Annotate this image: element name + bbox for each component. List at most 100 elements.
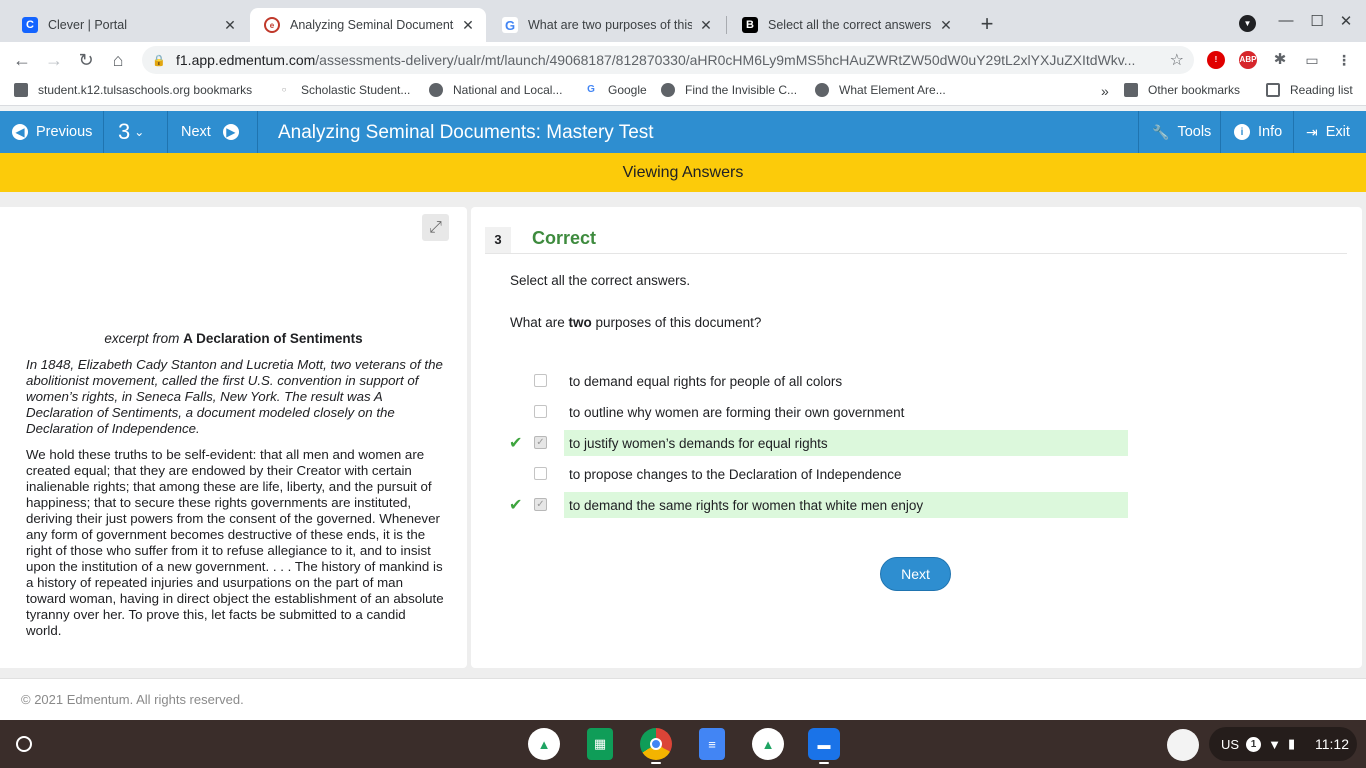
info-button[interactable]: i Info (1221, 111, 1294, 153)
chrome-icon[interactable] (640, 728, 672, 760)
clever-favicon-icon: C (22, 17, 38, 33)
google-drive-icon-2[interactable]: ▲ (752, 728, 784, 760)
home-icon[interactable]: ⌂ (106, 48, 130, 72)
reading-list-icon (1266, 83, 1280, 97)
folder-icon (1124, 83, 1138, 97)
previous-label: Previous (36, 124, 93, 140)
question-panel: 3 Correct Select all the correct answers… (471, 207, 1362, 668)
extension-red-icon[interactable]: ! (1207, 51, 1225, 69)
reading-list[interactable]: Reading list (1266, 83, 1353, 97)
bookmark-invisible[interactable]: Find the Invisible C... (661, 83, 797, 97)
bookmark-other[interactable]: Other bookmarks (1124, 83, 1240, 97)
lock-icon: 🔒 (152, 54, 166, 67)
brainly-favicon-icon: B (742, 17, 758, 33)
question-number-dropdown[interactable]: 3 ⌄ (104, 111, 168, 153)
bookmark-scholastic[interactable]: ○ Scholastic Student... (277, 83, 410, 97)
checkbox[interactable] (534, 405, 547, 418)
question-prompt: What are two purposes of this document? (510, 315, 762, 330)
passage-title-prefix: excerpt from (104, 331, 184, 346)
tab-title: Analyzing Seminal Documents: M (290, 18, 454, 32)
answer-option-3[interactable]: ✔ ✓ to justify women’s demands for equal… (509, 430, 1128, 456)
keyboard-layout-label: US (1221, 736, 1240, 752)
tab-google-search[interactable]: G What are two purposes of this do ✕ (488, 8, 724, 42)
assessment-header: ◀ Previous 3 ⌄ Next ▶ Analyzing Seminal … (0, 111, 1366, 153)
new-tab-plus-icon[interactable]: + (974, 12, 1000, 38)
checkbox-checked[interactable]: ✓ (534, 498, 547, 511)
answer-option-5[interactable]: ✔ ✓ to demand the same rights for women … (509, 492, 1128, 518)
chevron-down-icon: ⌄ (134, 125, 145, 139)
passage-title-name: A Declaration of Sentiments (183, 331, 363, 346)
files-icon[interactable]: ▬ (808, 728, 840, 760)
passage-panel[interactable]: ⤢ excerpt from A Declaration of Sentimen… (0, 207, 467, 668)
address-bar[interactable]: 🔒 f1.app.edmentum.com/assessments-delive… (142, 46, 1194, 74)
extensions-puzzle-icon[interactable]: ✱ (1271, 51, 1289, 69)
tab-close-icon[interactable]: ✕ (698, 17, 714, 34)
exit-button[interactable]: ⇥ Exit (1294, 111, 1366, 153)
reload-icon[interactable]: ↻ (74, 48, 98, 72)
correct-check-icon: ✔ (509, 497, 523, 514)
google-drive-icon[interactable]: ▲ (528, 728, 560, 760)
tab-clever[interactable]: C Clever | Portal ✕ (8, 8, 248, 42)
google-docs-icon[interactable]: ≡ (699, 728, 725, 760)
tools-label: Tools (1177, 124, 1212, 140)
launcher-icon[interactable] (16, 736, 32, 752)
info-label: Info (1258, 124, 1283, 140)
forward-arrow-icon[interactable]: → (42, 48, 66, 72)
tab-brainly[interactable]: B Select all the correct answers. Wh ✕ (728, 8, 964, 42)
url-text[interactable]: f1.app.edmentum.com/assessments-delivery… (176, 52, 1164, 68)
bookmark-google[interactable]: G Google (584, 83, 647, 97)
system-tray[interactable]: US 1 ▼ ▮ 11:12 (1209, 727, 1357, 761)
globe-icon (815, 83, 829, 97)
bookmark-label: Google (608, 83, 647, 97)
bookmark-label: Scholastic Student... (301, 83, 411, 97)
active-app-indicator (819, 762, 829, 764)
tab-close-icon[interactable]: ✕ (460, 17, 476, 34)
maximize-icon[interactable]: ☐ (1307, 12, 1327, 30)
tab-close-icon[interactable]: ✕ (222, 17, 238, 34)
google-icon: G (584, 83, 598, 97)
previous-arrow-icon: ◀ (12, 124, 28, 140)
minimize-icon[interactable]: — (1276, 12, 1296, 29)
tab-separator (726, 16, 727, 34)
user-avatar[interactable] (1167, 729, 1199, 761)
back-arrow-icon[interactable]: ← (10, 48, 34, 72)
correct-check-icon: ✔ (509, 435, 523, 452)
expand-icon[interactable]: ⤢ (422, 214, 449, 241)
checkbox[interactable] (534, 374, 547, 387)
tab-search-chevron-icon[interactable]: ▼ (1239, 15, 1256, 32)
checkbox-checked[interactable]: ✓ (534, 436, 547, 449)
answer-option-1[interactable]: to demand equal rights for people of all… (534, 368, 1128, 394)
checkbox[interactable] (534, 467, 547, 480)
tab-edmentum[interactable]: e Analyzing Seminal Documents: M ✕ (250, 8, 486, 42)
bookmarks-overflow-icon[interactable]: » (1101, 83, 1109, 99)
bookmark-folder-tulsa[interactable]: student.k12.tulsaschools.org bookmarks (14, 83, 252, 97)
bookmark-element[interactable]: What Element Are... (815, 83, 946, 97)
bookmark-national-local[interactable]: National and Local... (429, 83, 562, 97)
next-question-button[interactable]: Next (880, 557, 951, 591)
passage-title: excerpt from A Declaration of Sentiments (0, 331, 467, 346)
option-text: to outline why women are forming their o… (569, 404, 905, 420)
bookmark-star-icon[interactable]: ☆ (1170, 50, 1184, 70)
globe-icon (661, 83, 675, 97)
passage-body: We hold these truths to be self-evident:… (26, 447, 444, 638)
wrench-icon: 🔧 (1152, 123, 1170, 140)
next-label: Next (181, 124, 211, 140)
exit-icon: ⇥ (1306, 123, 1318, 140)
question-number-label: 3 (118, 119, 131, 144)
answer-option-2[interactable]: to outline why women are forming their o… (534, 399, 1128, 425)
window-close-icon[interactable]: ✕ (1336, 12, 1356, 30)
adblock-plus-icon[interactable]: ABP (1239, 51, 1257, 69)
tools-button[interactable]: 🔧 Tools (1138, 111, 1221, 153)
more-menu-icon[interactable]: ⋮ (1335, 51, 1353, 69)
active-app-indicator (651, 762, 661, 764)
next-header-button[interactable]: Next ▶ (168, 111, 258, 153)
browser-tab-strip: C Clever | Portal ✕ e Analyzing Seminal … (0, 0, 1366, 42)
tab-title: What are two purposes of this do (528, 18, 692, 32)
divider (485, 253, 1347, 254)
google-sheets-icon[interactable]: ▦ (587, 728, 613, 760)
option-text: to justify women’s demands for equal rig… (569, 435, 828, 451)
previous-button[interactable]: ◀ Previous (0, 111, 104, 153)
tab-close-icon[interactable]: ✕ (938, 17, 954, 34)
cast-icon[interactable]: ▭ (1303, 51, 1321, 69)
answer-option-4[interactable]: to propose changes to the Declaration of… (534, 461, 1128, 487)
